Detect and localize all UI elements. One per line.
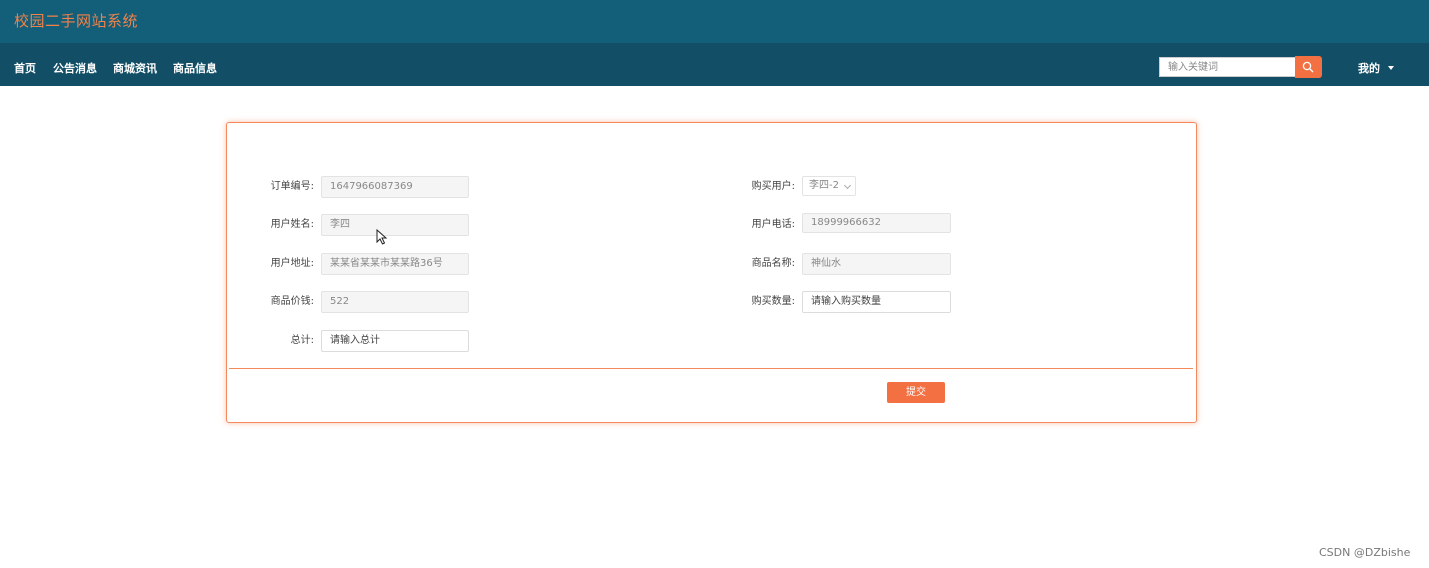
site-title[interactable]: 校园二手网站系统	[14, 10, 138, 31]
user-name-label: 用户姓名:	[270, 219, 314, 230]
product-name-field[interactable]: 神仙水	[802, 253, 951, 275]
total-field[interactable]: 请输入总计	[321, 330, 469, 352]
submit-button[interactable]: 提交	[887, 382, 945, 403]
product-price-label: 商品价钱:	[270, 296, 314, 307]
mouse-cursor-icon	[376, 229, 388, 245]
quantity-field[interactable]: 请输入购买数量	[802, 291, 951, 313]
order-no-field[interactable]: 1647966087369	[321, 176, 469, 198]
nav-item-home[interactable]: 首页	[14, 60, 36, 76]
product-name-label: 商品名称:	[751, 258, 795, 269]
search-input[interactable]	[1159, 57, 1296, 77]
nav-item-mall-news[interactable]: 商城资讯	[113, 60, 157, 76]
buyer-user-select[interactable]: 李四-2	[802, 176, 856, 196]
chevron-down-icon	[843, 181, 852, 190]
user-name-field[interactable]: 李四	[321, 214, 469, 236]
order-no-label: 订单编号:	[270, 181, 314, 192]
watermark: CSDN @DZbishe	[1319, 546, 1411, 559]
nav-item-announcements[interactable]: 公告消息	[53, 60, 97, 76]
user-menu[interactable]: 我的	[1358, 60, 1380, 76]
nav-item-products[interactable]: 商品信息	[173, 60, 217, 76]
user-phone-label: 用户电话:	[751, 219, 795, 230]
buyer-user-label: 购买用户:	[751, 181, 795, 192]
chevron-down-icon[interactable]	[1388, 66, 1394, 70]
top-header: 校园二手网站系统	[0, 0, 1429, 43]
quantity-label: 购买数量:	[751, 296, 795, 307]
user-address-label: 用户地址:	[270, 258, 314, 269]
search-icon	[1302, 61, 1314, 73]
user-address-field[interactable]: 某某省某某市某某路36号	[321, 253, 469, 275]
user-phone-field[interactable]: 18999966632	[802, 213, 951, 233]
search-button[interactable]	[1295, 56, 1322, 78]
buyer-user-value: 李四-2	[809, 180, 839, 191]
total-label: 总计:	[290, 335, 314, 346]
form-divider	[229, 368, 1193, 369]
product-price-field[interactable]: 522	[321, 291, 469, 313]
